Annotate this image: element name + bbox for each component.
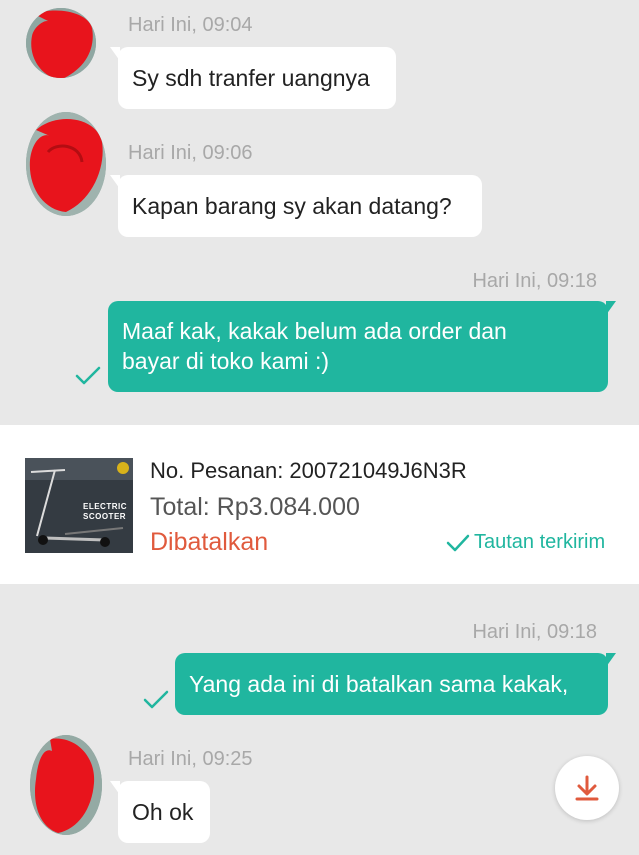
- incoming-message[interactable]: Kapan barang sy akan datang?: [110, 175, 482, 237]
- order-total: Total: Rp3.084.000: [150, 493, 360, 521]
- message-timestamp: Hari Ini, 09:25: [128, 748, 253, 770]
- order-status: Dibatalkan: [150, 528, 269, 556]
- avatar[interactable]: [26, 8, 96, 78]
- check-icon: [75, 366, 101, 385]
- message-timestamp: Hari Ini, 09:06: [128, 142, 253, 164]
- message-text: Yang ada ini di batalkan sama kakak,: [189, 671, 569, 697]
- download-button[interactable]: [555, 756, 619, 820]
- message-text-line: bayar di toko kami :): [122, 348, 330, 374]
- download-arrow-icon: [575, 775, 599, 801]
- outgoing-message[interactable]: Yang ada ini di batalkan sama kakak,: [175, 653, 616, 715]
- avatar[interactable]: [26, 112, 106, 216]
- check-icon: [143, 690, 169, 709]
- message-timestamp: Hari Ini, 09:18: [472, 621, 597, 643]
- check-icon: [446, 534, 470, 551]
- incoming-message[interactable]: Oh ok: [110, 781, 210, 843]
- order-card[interactable]: ELECTRIC SCOOTER No. Pesanan: 200721049J…: [0, 425, 639, 584]
- outgoing-message[interactable]: Maaf kak, kakak belum ada order dan baya…: [108, 301, 616, 392]
- order-number: No. Pesanan: 200721049J6N3R: [150, 458, 467, 483]
- thumbnail-text: SCOOTER: [83, 512, 127, 521]
- link-sent-label: Tautan terkirim: [474, 531, 606, 553]
- message-timestamp: Hari Ini, 09:18: [472, 270, 597, 292]
- message-text-line: Maaf kak, kakak belum ada order dan: [122, 318, 507, 344]
- link-sent-status: Tautan terkirim: [446, 531, 605, 554]
- message-text: Kapan barang sy akan datang?: [132, 193, 452, 219]
- message-text: Sy sdh tranfer uangnya: [132, 65, 370, 91]
- message-timestamp: Hari Ini, 09:04: [128, 14, 253, 36]
- avatar[interactable]: [30, 735, 102, 835]
- incoming-message[interactable]: Sy sdh tranfer uangnya: [110, 47, 396, 109]
- thumbnail-text: ELECTRIC: [83, 502, 127, 511]
- message-text: Oh ok: [132, 799, 194, 825]
- product-thumbnail: ELECTRIC SCOOTER: [25, 458, 133, 553]
